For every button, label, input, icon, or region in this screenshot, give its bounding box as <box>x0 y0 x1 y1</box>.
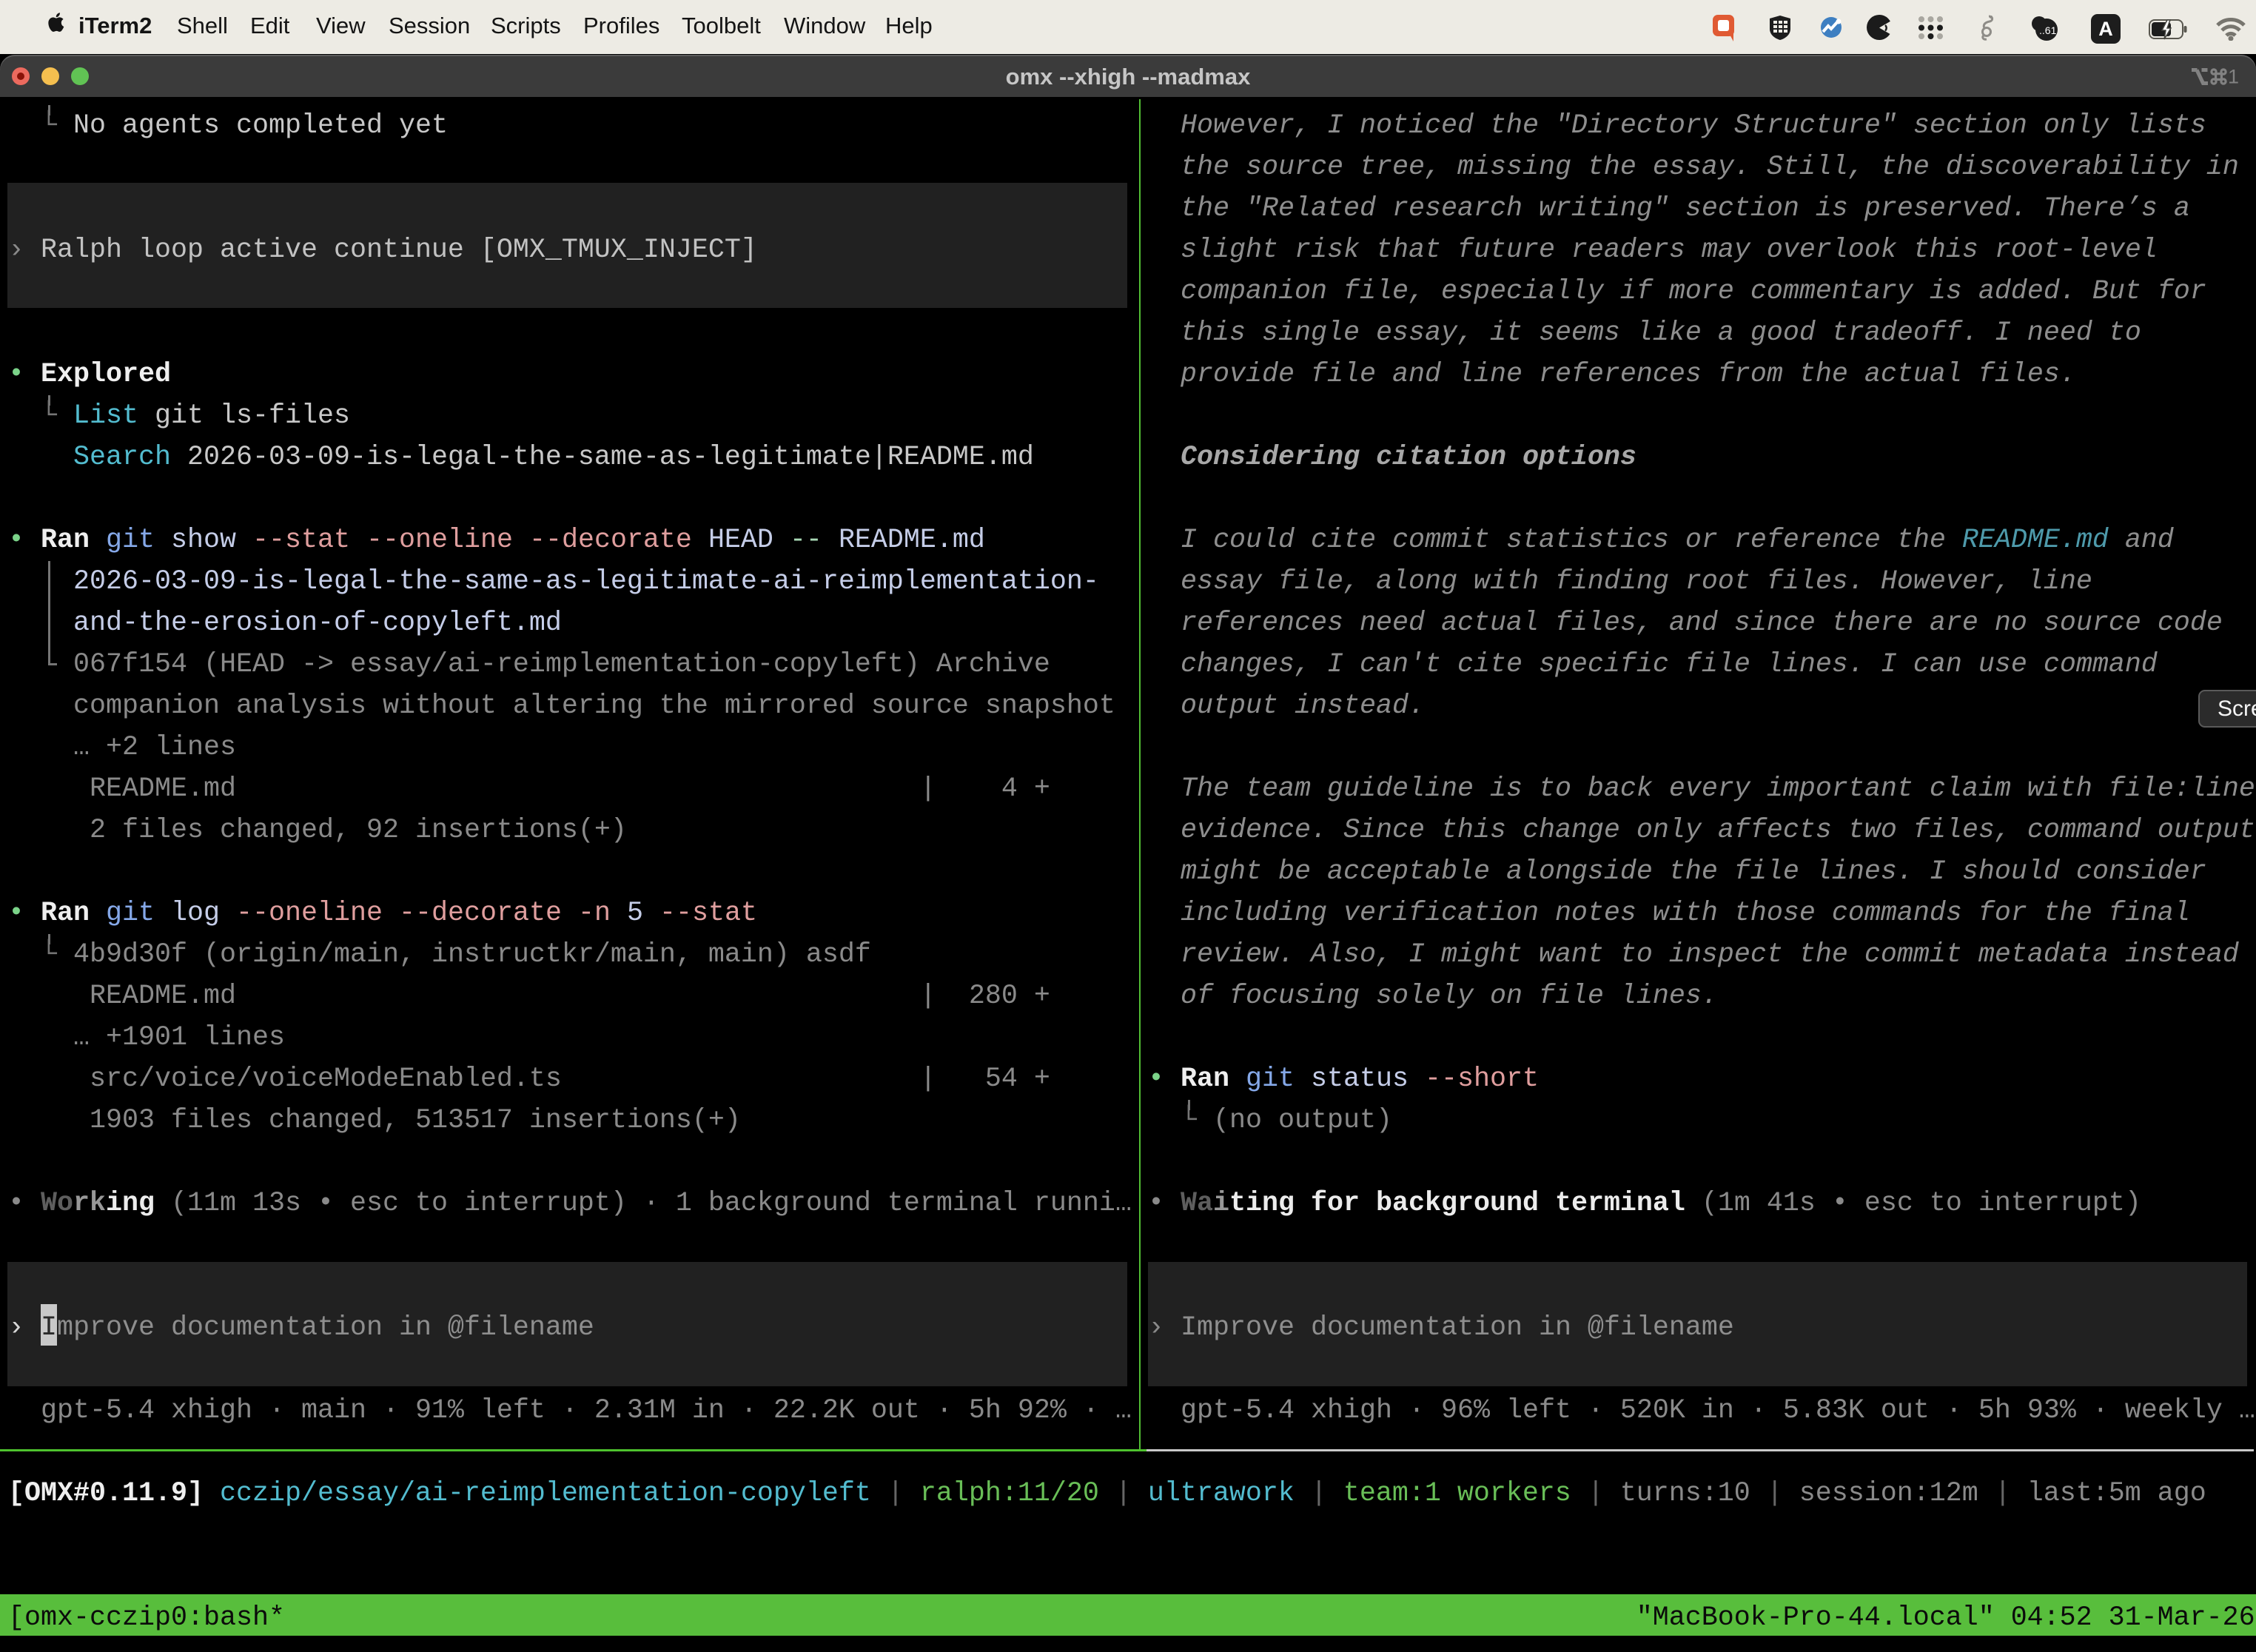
svg-text:1: 1 <box>2228 67 2239 87</box>
svg-text:..61: ..61 <box>2039 24 2057 36</box>
